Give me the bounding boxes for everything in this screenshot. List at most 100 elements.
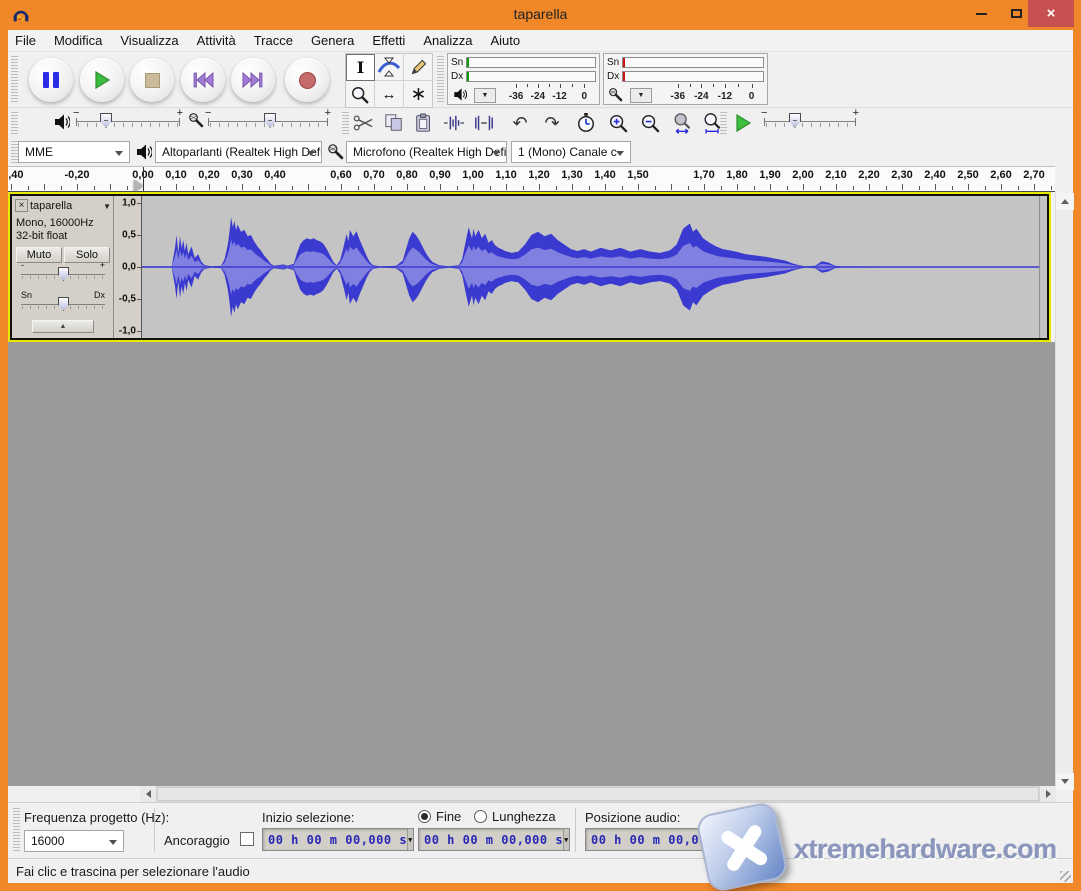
snap-to-checkbox[interactable] (240, 832, 254, 846)
output-volume-slider[interactable]: −+ (74, 110, 182, 132)
skip-to-start-button[interactable] (181, 58, 225, 102)
playback-speed-slider[interactable]: −+ (762, 110, 858, 132)
toolbar-grip[interactable] (720, 112, 727, 134)
gain-slider[interactable]: - + (19, 262, 107, 284)
menu-item-file[interactable]: File (8, 30, 45, 52)
undo-button[interactable]: ↶ (506, 110, 534, 136)
ruler-tick (391, 186, 392, 190)
pan-slider[interactable]: Sn Dx (19, 292, 107, 314)
copy-button[interactable] (380, 110, 408, 136)
time-shift-tool-button[interactable]: ↔ (375, 81, 404, 108)
track-title-menu[interactable]: taparella ▼ (30, 199, 111, 213)
menu-item-attivit[interactable]: Attività (188, 30, 245, 52)
output-meter[interactable]: Sn Dx ▼ -36-24-120 (447, 53, 600, 105)
multi-tool-button[interactable]: ∗ (404, 81, 433, 108)
menu-item-visualizza[interactable]: Visualizza (111, 30, 187, 52)
output-meter-right-bar (466, 71, 596, 82)
horizontal-scrollbar[interactable] (140, 786, 1056, 802)
toolbar-grip[interactable] (13, 808, 20, 852)
selection-end-radio[interactable] (418, 810, 431, 823)
audio-host-select[interactable]: MME (18, 141, 130, 163)
menu-item-modifica[interactable]: Modifica (45, 30, 111, 52)
ruler-label: 1,50 (627, 169, 648, 181)
meter-scale-tick (516, 84, 517, 88)
project-rate-select[interactable]: 16000 (24, 830, 124, 852)
menu-item-effetti[interactable]: Effetti (363, 30, 414, 52)
close-button[interactable]: × (1028, 0, 1074, 27)
stop-button[interactable] (130, 58, 174, 102)
toolbar-grip[interactable] (11, 112, 18, 134)
ruler-tick (572, 184, 573, 190)
input-volume-slider[interactable]: −+ (206, 110, 330, 132)
vertical-scrollbar[interactable] (1055, 193, 1073, 790)
toolbar-grip[interactable] (342, 112, 349, 134)
trim-audio-button[interactable] (440, 110, 468, 136)
ruler-tick (770, 184, 771, 190)
redo-button[interactable]: ↷ (538, 110, 566, 136)
toolbar-grip[interactable] (11, 141, 18, 163)
input-meter-scale: ▼ -36-24-120 (604, 84, 767, 106)
track-name: taparella (30, 200, 72, 212)
silence-audio-button[interactable] (470, 110, 498, 136)
ruler-tick (622, 186, 623, 190)
menu-item-analizza[interactable]: Analizza (414, 30, 481, 52)
input-meter[interactable]: Sn Dx ▼ -36-24-120 (603, 53, 768, 105)
menu-item-tracce[interactable]: Tracce (245, 30, 302, 52)
zoom-out-button[interactable] (636, 110, 664, 136)
cut-button[interactable] (350, 110, 378, 136)
selection-tool-button[interactable]: I (346, 54, 375, 81)
input-device-select[interactable]: Microfono (Realtek High Defini (346, 141, 507, 163)
vertical-ruler-label: 0,5 (122, 230, 136, 241)
horizontal-scrollbar-thumb[interactable] (157, 787, 1039, 801)
paste-icon (414, 113, 434, 133)
scroll-up-button[interactable] (1056, 193, 1074, 210)
draw-tool-button[interactable] (404, 54, 433, 81)
speaker-icon (136, 144, 152, 160)
toolbar-grip[interactable] (11, 56, 18, 104)
minimize-button[interactable] (965, 0, 997, 27)
envelope-tool-button[interactable] (375, 54, 404, 81)
zoom-tool-button[interactable] (346, 81, 375, 108)
ruler-tick (853, 186, 854, 190)
vertical-ruler-tick (137, 299, 141, 300)
play-at-speed-button[interactable] (730, 110, 756, 136)
selection-start-value: 00 h 00 m 00,000 s (268, 833, 407, 847)
waveform-area[interactable] (142, 196, 1047, 338)
ruler-tick (506, 184, 507, 190)
output-meter-scale: ▼ -36-24-120 (448, 84, 599, 106)
window-title: taparella (0, 6, 1081, 22)
input-meter-dropdown[interactable]: ▼ (630, 88, 652, 103)
fit-selection-button[interactable] (668, 110, 696, 136)
track-close-button[interactable]: × (15, 199, 28, 212)
ruler-tick (457, 186, 458, 190)
scroll-right-button[interactable] (1040, 786, 1056, 802)
scroll-left-button[interactable] (140, 786, 156, 802)
track-canvas-empty[interactable] (8, 342, 1055, 786)
output-meter-dropdown[interactable]: ▼ (474, 88, 496, 103)
menu-item-aiuto[interactable]: Aiuto (481, 30, 529, 52)
selection-end-field[interactable]: 00 h 00 m 00,000 s ▼ (418, 828, 570, 851)
selection-start-field[interactable]: 00 h 00 m 00,000 s ▼ (262, 828, 414, 851)
scroll-down-button[interactable] (1056, 773, 1074, 790)
resize-grip[interactable] (1060, 871, 1071, 882)
audio-position-field[interactable]: 00 h 00 m 00,000 s ▼ (585, 828, 737, 851)
track-collapse-button[interactable]: ▲ (32, 320, 94, 333)
menu-item-genera[interactable]: Genera (302, 30, 363, 52)
timeline-ruler[interactable]: -0,40-0,200,000,100,200,300,400,600,700,… (8, 166, 1055, 192)
ruler-tick (11, 184, 12, 190)
pause-button[interactable] (29, 58, 73, 102)
skip-to-end-button[interactable] (231, 58, 275, 102)
chevron-down-icon: ▼ (103, 202, 111, 211)
zoom-in-button[interactable] (604, 110, 632, 136)
ruler-label: -0,20 (64, 169, 89, 181)
sync-lock-button[interactable] (572, 110, 600, 136)
selection-length-radio[interactable] (474, 810, 487, 823)
input-channels-select[interactable]: 1 (Mono) Canale c (511, 141, 631, 163)
paste-button[interactable] (410, 110, 438, 136)
output-device-select[interactable]: Altoparlanti (Realtek High Defi (155, 141, 322, 163)
record-button[interactable] (285, 58, 329, 102)
meter-scale-value: -12 (552, 91, 566, 102)
toolbar-grip[interactable] (437, 56, 444, 104)
play-button[interactable] (80, 58, 124, 102)
vertical-ruler[interactable]: 1,00,50,0-0,5-1,0 (114, 196, 142, 338)
